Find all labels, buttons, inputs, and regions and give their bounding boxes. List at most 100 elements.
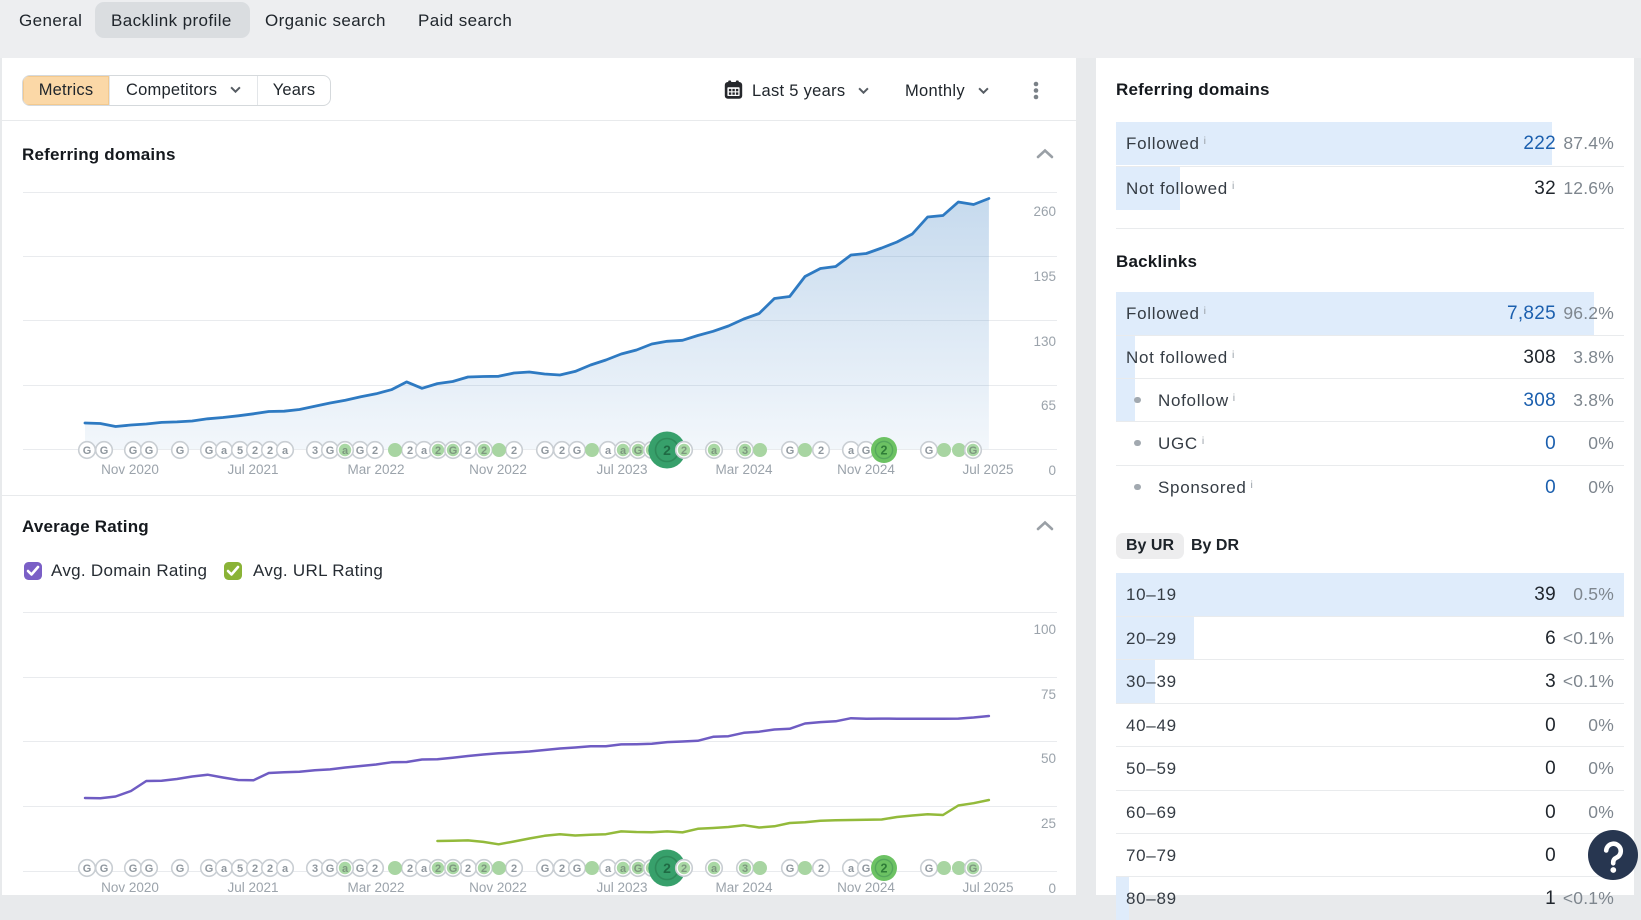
svg-text:Jul 2025: Jul 2025 (962, 462, 1013, 477)
svg-text:G: G (634, 445, 643, 457)
svg-text:a: a (711, 863, 718, 875)
svg-text:a: a (421, 863, 428, 875)
svg-text:a: a (221, 445, 228, 457)
svg-text:a: a (848, 445, 855, 457)
svg-text:3: 3 (312, 863, 318, 875)
svg-text:3: 3 (312, 445, 318, 457)
svg-text:5: 5 (237, 863, 243, 875)
svg-text:Nov 2020: Nov 2020 (101, 880, 159, 895)
svg-text:2: 2 (663, 860, 671, 876)
svg-text:25: 25 (1041, 816, 1056, 831)
svg-text:5: 5 (237, 445, 243, 457)
svg-text:2: 2 (481, 445, 487, 457)
svg-text:G: G (145, 863, 154, 875)
svg-text:2: 2 (435, 863, 441, 875)
svg-text:2: 2 (481, 863, 487, 875)
svg-text:65: 65 (1041, 398, 1056, 413)
svg-text:a: a (711, 445, 718, 457)
svg-text:Mar 2022: Mar 2022 (347, 462, 404, 477)
svg-text:G: G (573, 863, 582, 875)
svg-text:G: G (129, 863, 138, 875)
svg-text:2: 2 (252, 445, 258, 457)
svg-text:G: G (100, 863, 109, 875)
svg-text:G: G (326, 445, 335, 457)
svg-text:Mar 2024: Mar 2024 (715, 462, 773, 477)
svg-text:a: a (421, 445, 428, 457)
svg-text:2: 2 (681, 863, 687, 875)
svg-text:Jul 2025: Jul 2025 (962, 880, 1013, 895)
svg-text:a: a (342, 445, 349, 457)
svg-text:G: G (83, 445, 92, 457)
svg-text:G: G (573, 445, 582, 457)
svg-text:a: a (620, 863, 627, 875)
svg-text:2: 2 (511, 863, 517, 875)
svg-text:G: G (634, 863, 643, 875)
svg-text:G: G (356, 863, 365, 875)
svg-text:2: 2 (881, 443, 888, 457)
svg-text:G: G (786, 445, 795, 457)
svg-text:2: 2 (267, 445, 273, 457)
svg-text:G: G (176, 863, 185, 875)
svg-text:G: G (176, 445, 185, 457)
svg-text:Jul 2023: Jul 2023 (596, 462, 647, 477)
svg-text:Jul 2023: Jul 2023 (596, 880, 647, 895)
svg-text:2: 2 (511, 445, 517, 457)
svg-text:100: 100 (1033, 622, 1056, 637)
svg-text:G: G (786, 863, 795, 875)
svg-text:Nov 2020: Nov 2020 (101, 462, 159, 477)
svg-text:Mar 2024: Mar 2024 (715, 880, 773, 895)
svg-text:G: G (356, 445, 365, 457)
svg-text:a: a (221, 863, 228, 875)
svg-text:Jul 2021: Jul 2021 (227, 462, 278, 477)
svg-text:G: G (969, 445, 978, 457)
svg-text:G: G (541, 863, 550, 875)
svg-text:G: G (449, 445, 458, 457)
svg-text:Nov 2024: Nov 2024 (837, 880, 895, 895)
svg-text:50: 50 (1041, 751, 1056, 766)
svg-text:a: a (620, 445, 627, 457)
svg-text:2: 2 (559, 445, 565, 457)
svg-text:G: G (541, 445, 550, 457)
svg-text:2: 2 (559, 863, 565, 875)
svg-text:G: G (83, 863, 92, 875)
svg-text:2: 2 (663, 442, 671, 458)
svg-text:2: 2 (372, 863, 378, 875)
svg-text:G: G (925, 863, 934, 875)
svg-text:2: 2 (407, 863, 413, 875)
svg-text:3: 3 (742, 445, 748, 457)
svg-text:195: 195 (1033, 269, 1056, 284)
svg-text:G: G (326, 863, 335, 875)
svg-text:2: 2 (407, 445, 413, 457)
svg-text:G: G (449, 863, 458, 875)
svg-text:2: 2 (681, 445, 687, 457)
svg-text:0: 0 (1048, 463, 1056, 478)
svg-text:G: G (145, 445, 154, 457)
svg-text:G: G (100, 445, 109, 457)
svg-text:2: 2 (267, 863, 273, 875)
svg-text:a: a (282, 863, 289, 875)
svg-text:Nov 2024: Nov 2024 (837, 462, 895, 477)
svg-text:a: a (605, 863, 612, 875)
svg-text:a: a (848, 863, 855, 875)
svg-text:2: 2 (818, 863, 824, 875)
svg-text:2: 2 (818, 445, 824, 457)
svg-text:Nov 2022: Nov 2022 (469, 880, 527, 895)
svg-text:G: G (129, 445, 138, 457)
svg-text:2: 2 (435, 445, 441, 457)
svg-text:2: 2 (372, 445, 378, 457)
svg-text:Mar 2022: Mar 2022 (347, 880, 404, 895)
svg-text:2: 2 (881, 861, 888, 875)
svg-text:2: 2 (252, 863, 258, 875)
svg-text:G: G (862, 863, 871, 875)
svg-text:G: G (969, 863, 978, 875)
svg-text:Nov 2022: Nov 2022 (469, 462, 527, 477)
svg-text:2: 2 (465, 445, 471, 457)
svg-text:G: G (205, 445, 214, 457)
svg-text:0: 0 (1048, 881, 1056, 895)
svg-text:G: G (862, 445, 871, 457)
svg-text:a: a (605, 445, 612, 457)
svg-text:130: 130 (1033, 334, 1056, 349)
svg-text:a: a (282, 445, 289, 457)
svg-text:G: G (925, 445, 934, 457)
svg-text:3: 3 (742, 863, 748, 875)
